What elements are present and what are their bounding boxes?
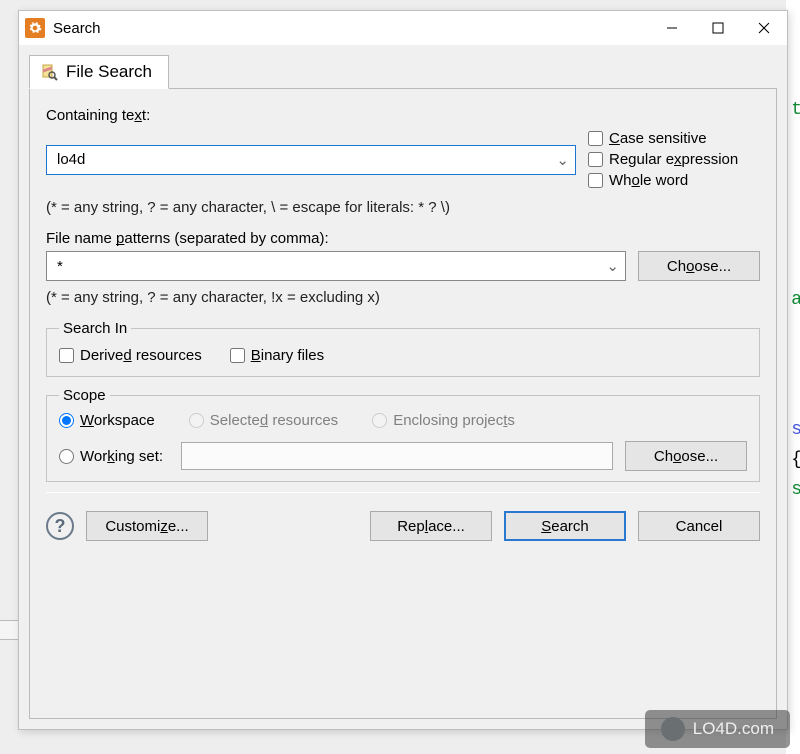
scope-workspace-radio[interactable]: Workspace — [59, 412, 155, 429]
tabstrip: File Search — [29, 53, 777, 89]
separator — [46, 492, 760, 493]
file-patterns-combo[interactable]: ⌄ — [46, 251, 626, 281]
window-title: Search — [53, 20, 101, 37]
case-sensitive-checkbox[interactable]: Case sensitive — [588, 130, 760, 147]
file-search-tab-icon — [40, 63, 58, 81]
file-search-panel: Containing text: ⌄ Case sensitive Regula… — [29, 89, 777, 719]
regular-expression-checkbox[interactable]: Regular expression — [588, 151, 760, 168]
tab-file-search[interactable]: File Search — [29, 55, 169, 89]
containing-text-label: Containing text: — [46, 107, 760, 124]
editor-background: t a s { s — [786, 0, 800, 754]
scope-selected-radio[interactable]: Selected resources — [189, 412, 338, 429]
file-patterns-input[interactable] — [55, 252, 600, 280]
scope-legend: Scope — [59, 387, 110, 404]
brand-logo-icon — [661, 717, 685, 741]
file-patterns-hint: (* = any string, ? = any character, !x =… — [46, 289, 760, 306]
chevron-down-icon[interactable]: ⌄ — [550, 151, 569, 169]
search-dialog: Search — [18, 10, 788, 730]
customize-button[interactable]: Customize... — [86, 511, 208, 541]
choose-patterns-button[interactable]: Choose... — [638, 251, 760, 281]
client-area: File Search Containing text: ⌄ Case sens… — [19, 45, 787, 729]
scope-working-set-radio[interactable]: Working set: — [59, 448, 169, 465]
binary-files-checkbox[interactable]: Binary files — [230, 347, 324, 364]
search-in-legend: Search In — [59, 320, 131, 337]
containing-text-input[interactable] — [55, 146, 550, 174]
footer: ? Customize... Replace... Search Cancel — [46, 505, 760, 541]
scope-group: Scope Workspace Selected resources Enclo… — [46, 387, 760, 482]
chevron-down-icon[interactable]: ⌄ — [600, 257, 619, 275]
close-button[interactable] — [741, 11, 787, 45]
search-button[interactable]: Search — [504, 511, 626, 541]
scope-enclosing-radio[interactable]: Enclosing projects — [372, 412, 515, 429]
containing-text-hint: (* = any string, ? = any character, \ = … — [46, 199, 576, 216]
cancel-button[interactable]: Cancel — [638, 511, 760, 541]
file-patterns-label: File name patterns (separated by comma): — [46, 230, 760, 247]
search-in-group: Search In Derived resources Binary files — [46, 320, 760, 377]
watermark: LO4D.com — [645, 710, 790, 748]
app-gear-icon — [25, 18, 45, 38]
editor-background-left — [0, 620, 20, 640]
minimize-button[interactable] — [649, 11, 695, 45]
brand-text: LO4D.com — [693, 719, 774, 739]
tab-label: File Search — [66, 62, 152, 82]
maximize-button[interactable] — [695, 11, 741, 45]
containing-text-combo[interactable]: ⌄ — [46, 145, 576, 175]
replace-button[interactable]: Replace... — [370, 511, 492, 541]
titlebar: Search — [19, 11, 787, 45]
derived-resources-checkbox[interactable]: Derived resources — [59, 347, 202, 364]
help-icon[interactable]: ? — [46, 512, 74, 540]
whole-word-checkbox[interactable]: Whole word — [588, 172, 760, 189]
choose-working-set-button[interactable]: Choose... — [625, 441, 747, 471]
working-set-input[interactable] — [181, 442, 613, 470]
